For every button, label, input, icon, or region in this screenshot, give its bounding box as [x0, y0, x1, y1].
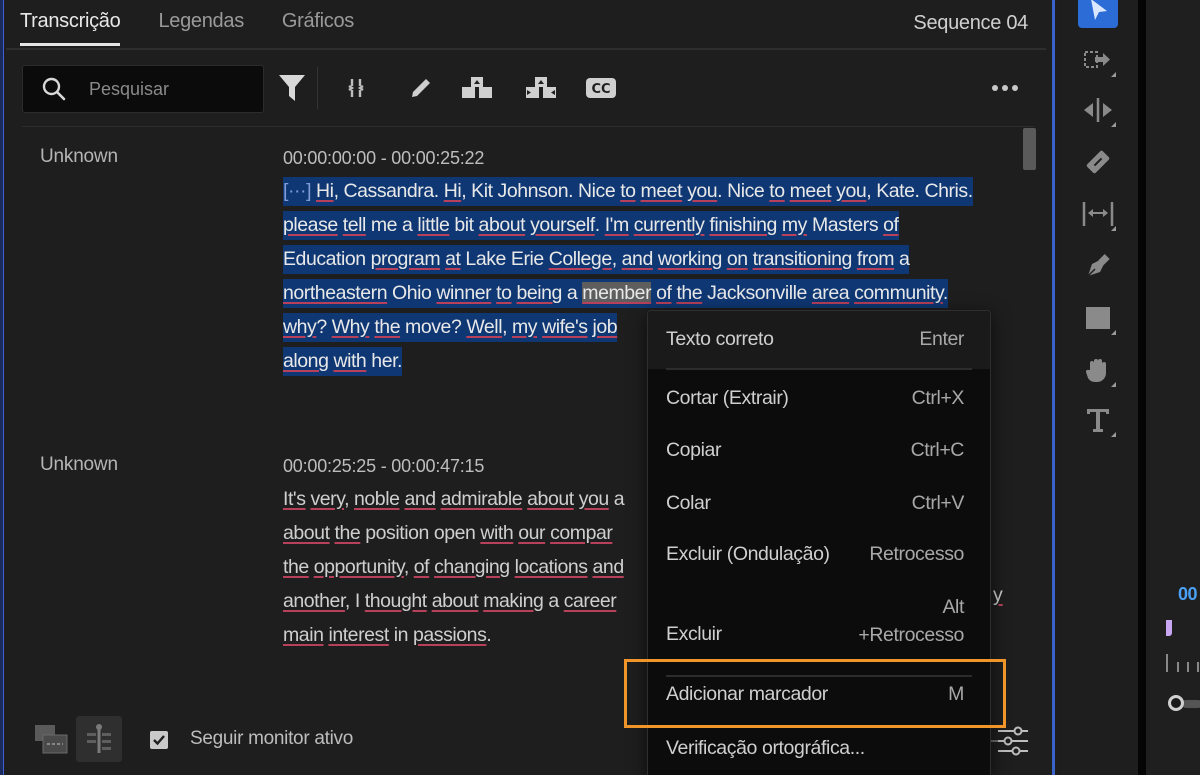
search-icon: [42, 77, 66, 101]
playhead-marker[interactable]: [1166, 620, 1172, 636]
closed-captions-icon[interactable]: CC: [584, 73, 618, 103]
tab-transcricao[interactable]: Transcrição: [20, 10, 121, 46]
speaker-label[interactable]: Unknown: [40, 454, 118, 476]
menu-item-label: Excluir (Ondulação): [666, 543, 830, 565]
sliders-settings-icon[interactable]: [996, 726, 1030, 761]
menu-item-adicionar-marcador[interactable]: Adicionar marcador M: [648, 679, 990, 717]
transcript-toolbar: CC: [22, 63, 1042, 113]
slip-icon: [1082, 202, 1114, 226]
menu-item-verificacao-ortografica[interactable]: Verificação ortográfica...: [648, 735, 990, 769]
ruler-tick: [1177, 662, 1179, 672]
segment-timecode: 00:00:00:00 - 00:00:25:22: [283, 148, 485, 168]
menu-item-shortcut: Ctrl+V: [911, 492, 965, 514]
highlighted-word[interactable]: member: [582, 282, 652, 304]
sequence-title: Sequence 04: [913, 12, 1028, 34]
ruler-tick: [1197, 662, 1199, 672]
filter-icon[interactable]: [275, 73, 309, 103]
overflow-text: y: [993, 584, 1003, 606]
pen-icon: [1087, 254, 1110, 277]
follow-monitor-checkbox[interactable]: [150, 731, 168, 749]
rectangle-icon: [1086, 307, 1110, 329]
menu-item-label: Texto correto: [666, 328, 774, 350]
timeline-zoom-handle[interactable]: [1168, 695, 1184, 711]
ripple-segment-icon[interactable]: [524, 73, 558, 103]
menu-item-shortcut: Ctrl+X: [911, 387, 965, 409]
tools-panel: [1062, 0, 1138, 775]
hand-tool[interactable]: [1078, 352, 1118, 388]
segment-timecode: 00:00:25:25 - 00:00:47:15: [283, 456, 485, 476]
menu-item-excluir-ondulacao[interactable]: Excluir (Ondulação) Retrocesso: [648, 539, 990, 575]
timeline-timecode[interactable]: 00: [1178, 584, 1198, 605]
menu-separator: [666, 675, 972, 677]
menu-item-label: Verificação ortográfica...: [666, 737, 865, 759]
razor-icon: [1086, 150, 1110, 174]
menu-separator: [666, 368, 972, 370]
menu-item-shortcut: Retrocesso: [869, 543, 964, 565]
content-divider: [22, 126, 1034, 127]
menu-item-shortcut: M: [948, 683, 964, 705]
menu-item-shortcut: Alt: [942, 596, 964, 618]
split-segment-icon[interactable]: [460, 73, 494, 103]
search-input[interactable]: [89, 78, 239, 100]
more-options-icon[interactable]: [988, 73, 1022, 103]
merge-segments-icon[interactable]: [339, 73, 373, 103]
selection-tool[interactable]: [1078, 0, 1118, 28]
timeline-zoom-track[interactable]: [1182, 700, 1200, 708]
menu-item-texto-correto[interactable]: Texto correto Enter: [648, 311, 990, 369]
slip-tool[interactable]: [1078, 196, 1118, 232]
hand-icon: [1085, 359, 1106, 383]
menu-item-label: Adicionar marcador: [666, 683, 828, 705]
track-select-icon: [1084, 51, 1110, 68]
transcript-line[interactable]: northeastern Ohio winner to being a memb…: [283, 276, 1013, 310]
menu-item-shortcut: +Retrocesso: [858, 624, 964, 646]
menu-item-label: Cortar (Extrair): [666, 387, 789, 409]
panel-tabs: Transcrição Legendas Gráficos: [20, 10, 354, 46]
tab-legendas[interactable]: Legendas: [158, 10, 244, 46]
search-box[interactable]: [22, 65, 264, 113]
tab-divider: [6, 48, 1046, 50]
menu-item-cortar[interactable]: Cortar (Extrair) Ctrl+X: [648, 383, 990, 419]
menu-item-copiar[interactable]: Copiar Ctrl+C: [648, 435, 990, 471]
transcript-line[interactable]: Education program at Lake Erie College, …: [283, 242, 1013, 276]
panel-focus-border: [0, 0, 4, 775]
razor-tool[interactable]: [1078, 144, 1118, 180]
timeline-panel-edge: 00: [1146, 0, 1200, 775]
transcript-line[interactable]: [···] Hi, Cassandra. Hi, Kit Johnson. Ni…: [283, 174, 1013, 208]
context-menu: Texto correto Enter Cortar (Extrair) Ctr…: [647, 310, 991, 775]
ruler-tick: [1166, 654, 1168, 672]
panel-focus-border: [1052, 0, 1055, 775]
menu-item-shortcut: Ctrl+C: [910, 439, 965, 461]
ripple-edit-tool[interactable]: [1078, 92, 1118, 128]
edit-pencil-icon[interactable]: [404, 73, 438, 103]
scrollbar-thumb[interactable]: [1023, 128, 1036, 170]
menu-item-label: Copiar: [666, 439, 722, 461]
ripple-edit-icon: [1084, 98, 1112, 122]
rectangle-tool[interactable]: [1078, 300, 1118, 336]
track-select-tool[interactable]: [1078, 42, 1118, 78]
tab-graficos[interactable]: Gráficos: [282, 10, 354, 46]
transcript-line[interactable]: please tell me a little bit about yourse…: [283, 208, 1013, 242]
pen-tool[interactable]: [1078, 248, 1118, 284]
menu-item-label: Colar: [666, 492, 711, 514]
panel-divider[interactable]: [1138, 0, 1146, 775]
menu-item-label: Excluir: [666, 623, 722, 645]
svg-text:CC: CC: [591, 82, 610, 97]
ruler-tick: [1187, 662, 1189, 672]
type-tool[interactable]: [1078, 402, 1118, 438]
caption-track-icon[interactable]: [76, 716, 122, 762]
menu-item-colar[interactable]: Colar Ctrl+V: [648, 488, 990, 524]
speaker-label[interactable]: Unknown: [40, 146, 118, 168]
type-icon: [1087, 409, 1109, 432]
transcript-view-icon[interactable]: [28, 716, 74, 762]
menu-item-shortcut: Enter: [919, 328, 964, 350]
selection-arrow-icon: [1091, 0, 1107, 20]
menu-item-excluir[interactable]: Excluir Alt +Retrocesso: [648, 593, 990, 653]
toolbar-separator: [317, 67, 318, 109]
follow-monitor-label[interactable]: Seguir monitor ativo: [190, 728, 353, 750]
